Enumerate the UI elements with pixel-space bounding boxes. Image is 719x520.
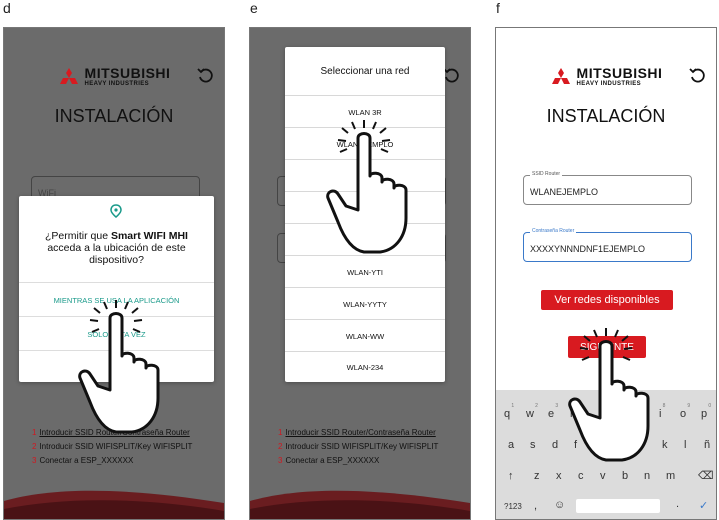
key[interactable]: s (530, 439, 536, 451)
decorative-wave (250, 490, 470, 519)
step-1: 1Introducir SSID Router/Contraseña Route… (278, 428, 436, 437)
panel-label-f: f (496, 0, 500, 16)
brand-name: MITSUBISHI (576, 65, 663, 81)
key[interactable]: b (622, 470, 628, 482)
backspace-icon[interactable]: ⌫ (698, 469, 714, 482)
step-2: 2 Introducir SSID WIFISPLIT/Key WIFISPLIT (278, 442, 439, 451)
key[interactable]: q1 (504, 403, 514, 420)
key[interactable]: o9 (680, 403, 690, 420)
brand-name: MITSUBISHI (84, 65, 171, 81)
steps-list: 1Introducir SSID Router/Contraseña Route… (278, 426, 438, 468)
router-password-label: Contraseña Router (530, 228, 577, 234)
router-password-value: XXXXYNNNDNF1EJEMPLO (530, 244, 646, 254)
symbols-key[interactable]: ?123 (504, 502, 522, 511)
key[interactable]: c (578, 470, 584, 482)
key[interactable]: n (644, 470, 650, 482)
key[interactable]: l (684, 439, 686, 451)
space-bar[interactable] (576, 499, 660, 513)
key[interactable]: x (556, 470, 562, 482)
tap-hand-icon (78, 300, 160, 434)
network-item[interactable]: WLAN-WW (285, 319, 445, 352)
key[interactable]: e3 (548, 403, 558, 420)
screen-d: MITSUBISHI HEAVY INDUSTRIES INSTALACIÓN … (3, 27, 225, 520)
key[interactable]: a (508, 439, 514, 451)
panel-label-e: e (250, 0, 258, 16)
router-password-field[interactable]: Contraseña Router XXXXYNNNDNF1EJEMPLO (523, 228, 692, 262)
shift-icon[interactable]: ↑ (508, 470, 514, 482)
key[interactable]: z (534, 470, 540, 482)
screen-f: MITSUBISHI HEAVY INDUSTRIES INSTALACIÓN … (495, 27, 717, 520)
emoji-icon[interactable]: ☺ (554, 499, 565, 511)
network-item[interactable]: WLAN-YYTY (285, 287, 445, 320)
comma-key[interactable]: , (534, 500, 537, 512)
back-icon[interactable] (688, 66, 706, 84)
view-networks-button[interactable]: Ver redes disponibles (541, 290, 673, 310)
check-icon[interactable]: ✓ (699, 499, 708, 512)
key[interactable]: i8 (659, 403, 665, 420)
network-item[interactable]: WLAN-234 (285, 351, 445, 383)
brand-sub: HEAVY INDUSTRIES (576, 81, 642, 87)
brand-logo: MITSUBISHI HEAVY INDUSTRIES (496, 66, 716, 87)
network-dialog-title: Seleccionar una red (320, 65, 410, 77)
page-title: INSTALACIÓN (54, 106, 174, 126)
step-2: 2 Introducir SSID WIFISPLIT/Key WIFISPLIT (32, 442, 193, 451)
back-icon[interactable] (196, 66, 214, 84)
panel-label-d: d (3, 0, 11, 16)
key[interactable]: w2 (526, 403, 538, 420)
screen-e: Seleccionar una red WLAN 3R WLANEJEMPLO … (249, 27, 471, 520)
ssid-router-value: WLANEJEMPLO (530, 187, 599, 197)
tap-hand-icon (568, 328, 650, 462)
tap-hand-icon (326, 120, 408, 254)
step-3: 3 Conectar a ESP_XXXXXX (278, 456, 380, 465)
network-item[interactable]: WLAN-YTI (285, 255, 445, 288)
dialog-question: ¿Permitir que Smart WIFI MHI acceda a la… (45, 230, 188, 266)
key[interactable]: m (666, 470, 675, 482)
ssid-router-label: SSID Router (530, 171, 563, 177)
ssid-router-field[interactable]: SSID Router WLANEJEMPLO (523, 171, 692, 205)
period-key[interactable]: . (676, 498, 679, 510)
page-title: INSTALACIÓN (546, 106, 666, 126)
key[interactable]: ñ (704, 439, 710, 451)
brand-logo: MITSUBISHI HEAVY INDUSTRIES (4, 66, 224, 87)
key[interactable]: v (600, 470, 606, 482)
mitsubishi-diamonds-icon (59, 67, 78, 84)
decorative-wave (4, 490, 224, 519)
location-pin-icon (110, 204, 122, 218)
mitsubishi-diamonds-icon (551, 67, 570, 84)
key[interactable]: p0 (701, 403, 711, 420)
key[interactable]: d (552, 439, 558, 451)
key[interactable]: k (662, 439, 668, 451)
step-3: 3 Conectar a ESP_XXXXXX (32, 456, 134, 465)
brand-sub: HEAVY INDUSTRIES (84, 81, 150, 87)
